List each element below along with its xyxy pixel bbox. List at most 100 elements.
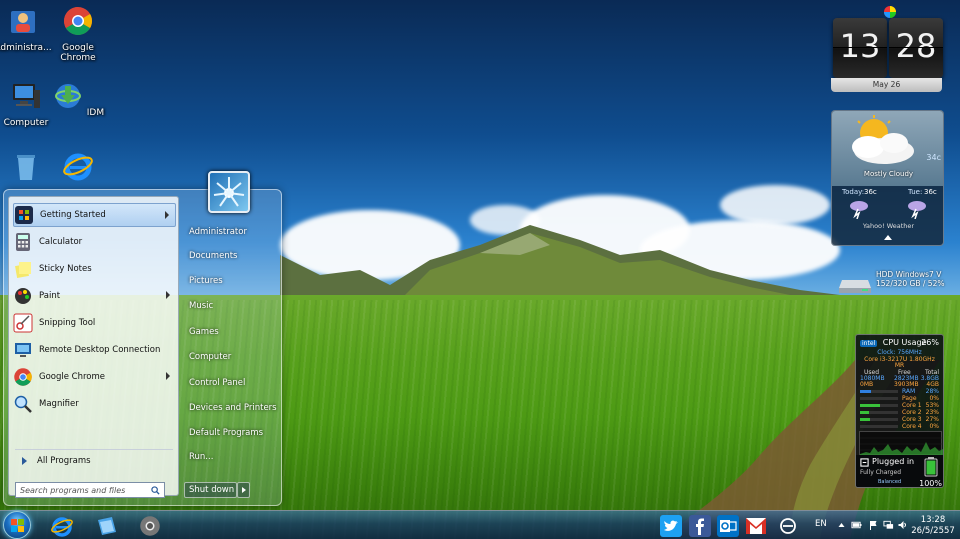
- user-folder-icon: [11, 11, 35, 33]
- forecast-temp-tue: 36c: [924, 188, 937, 196]
- flag-icon[interactable]: [868, 520, 879, 530]
- start-item-snipping-tool[interactable]: Snipping Tool: [13, 311, 176, 335]
- page-used: 0MB: [860, 381, 874, 388]
- sync-icon[interactable]: [776, 514, 800, 538]
- twitter-icon[interactable]: [659, 514, 683, 538]
- desktop-icon-idm[interactable]: IDM: [47, 80, 109, 118]
- desktop-icon-internet-explorer[interactable]: [47, 150, 109, 188]
- taskbar-explorer-window-icon[interactable]: [95, 514, 119, 538]
- facebook-icon[interactable]: [688, 514, 712, 538]
- desktop-icon-label: IDM: [86, 108, 105, 118]
- meter-value: 23%: [925, 409, 939, 416]
- cpu-model-suffix: MR: [894, 362, 905, 369]
- cpu-meter-row: Core 2 23%: [860, 409, 939, 416]
- taskbar: EN 13:28 26/5/2557: [0, 510, 960, 539]
- cpu-meter-row: Core 4 0%: [860, 423, 939, 430]
- start-link-administrator[interactable]: Administrator: [185, 222, 280, 242]
- meter-bar-track: [860, 390, 898, 393]
- search-icon: [151, 486, 160, 495]
- start-item-getting-started[interactable]: Getting Started: [13, 203, 176, 227]
- snipping-tool-icon: [13, 313, 33, 333]
- language-indicator[interactable]: EN: [815, 519, 827, 529]
- battery-percent: 100%: [919, 479, 942, 488]
- all-programs-button[interactable]: All Programs: [14, 452, 164, 470]
- start-item-label: Magnifier: [39, 399, 79, 409]
- start-item-google-chrome[interactable]: Google Chrome: [13, 365, 176, 389]
- drive-name: HDD Windows7 V: [876, 270, 942, 279]
- cpu-history-graph: [859, 431, 943, 456]
- idm-icon: [54, 84, 81, 108]
- magnifier-icon: [14, 395, 32, 413]
- meter-bar-fill: [860, 411, 869, 414]
- battery-tray-icon[interactable]: [851, 520, 862, 530]
- start-search-input[interactable]: Search programs and files: [15, 482, 165, 498]
- show-hidden-icons-icon[interactable]: [836, 520, 847, 530]
- intel-logo-icon: intel: [860, 340, 878, 347]
- all-programs-label: All Programs: [37, 456, 91, 466]
- desktop-icon-google-chrome[interactable]: Google Chrome: [47, 5, 109, 63]
- remote-desktop-icon: [15, 343, 31, 357]
- system-time: 13:28: [920, 515, 946, 525]
- meter-bar-track: [860, 397, 898, 400]
- meter-bar-track: [860, 404, 898, 407]
- meter-bar-track: [860, 425, 898, 428]
- chrome-icon: [14, 368, 32, 386]
- page-free: 3903MB: [894, 381, 919, 388]
- meter-bar-fill: [860, 390, 871, 393]
- shutdown-button[interactable]: Shut down: [184, 482, 237, 498]
- volume-icon[interactable]: [897, 520, 908, 530]
- network-icon[interactable]: [883, 520, 894, 530]
- recycle-bin-icon: [17, 155, 35, 180]
- submenu-arrow-icon: [166, 372, 170, 380]
- start-menu-programs-pane: Getting Started Calculator Sticky Notes …: [8, 196, 179, 496]
- start-button[interactable]: [3, 511, 31, 539]
- start-link-control-panel[interactable]: Control Panel: [185, 373, 280, 393]
- weather-condition: Mostly Cloudy: [863, 170, 914, 178]
- start-link-run[interactable]: Run...: [185, 447, 280, 467]
- weather-gadget[interactable]: 34c Mostly Cloudy Today: 36c Tue: 36c Ya…: [831, 110, 944, 246]
- drive-gadget[interactable]: HDD Windows7 V 152/320 GB / 52%: [838, 270, 945, 298]
- start-link-devices-printers[interactable]: Devices and Printers: [185, 398, 280, 418]
- start-item-label: Getting Started: [40, 210, 106, 220]
- taskbar-internet-explorer-icon[interactable]: [50, 514, 74, 538]
- computer-icon: [13, 84, 40, 108]
- taskbar-chrome-icon[interactable]: [138, 514, 162, 538]
- submenu-arrow-icon: [166, 291, 170, 299]
- calculator-icon: [16, 233, 30, 251]
- user-picture[interactable]: [208, 171, 250, 213]
- system-clock[interactable]: 13:28 26/5/2557: [910, 515, 956, 537]
- meter-bar-fill: [860, 418, 871, 421]
- start-item-magnifier[interactable]: Magnifier: [13, 392, 176, 416]
- cpu-meter-gadget[interactable]: intel CPU Usage 26% Clock: 756MHz Core i…: [855, 334, 944, 488]
- meter-bar-fill: [860, 404, 881, 407]
- getting-started-icon: [15, 206, 33, 224]
- forecast-day-tue: Tue:: [908, 188, 923, 196]
- outlook-icon[interactable]: [716, 514, 740, 538]
- start-link-documents[interactable]: Documents: [185, 246, 280, 266]
- gmail-icon[interactable]: [744, 514, 768, 538]
- desktop-icon-administrator[interactable]: Administra...: [0, 5, 54, 53]
- meter-name: Core 2: [902, 409, 922, 416]
- start-item-calculator[interactable]: Calculator: [13, 230, 176, 254]
- drive-usage: 152/320 GB / 52%: [876, 279, 945, 288]
- start-item-paint[interactable]: Paint: [13, 284, 176, 308]
- desktop-icon-label: Computer: [3, 118, 49, 128]
- start-link-games[interactable]: Games: [185, 322, 280, 342]
- all-programs-arrow-icon: [22, 457, 27, 465]
- meter-name: RAM: [902, 388, 916, 395]
- clock-date: May 26: [831, 78, 942, 92]
- meter-name: Core 4: [902, 423, 922, 430]
- shutdown-options-button[interactable]: [237, 482, 250, 498]
- start-link-music[interactable]: Music: [185, 296, 280, 316]
- start-link-pictures[interactable]: Pictures: [185, 271, 280, 291]
- cpu-usage: 26%: [921, 338, 939, 347]
- start-search-placeholder: Search programs and files: [20, 486, 126, 495]
- start-item-remote-desktop[interactable]: Remote Desktop Connection: [13, 338, 176, 362]
- internet-explorer-icon: [63, 153, 93, 181]
- start-link-default-programs[interactable]: Default Programs: [185, 423, 280, 443]
- start-item-sticky-notes[interactable]: Sticky Notes: [13, 257, 176, 281]
- clock-gadget[interactable]: 13 28 May 26: [829, 6, 944, 92]
- start-link-computer[interactable]: Computer: [185, 347, 280, 367]
- battery-status: Plugged in: [872, 457, 915, 466]
- expand-caret-icon[interactable]: [884, 235, 892, 240]
